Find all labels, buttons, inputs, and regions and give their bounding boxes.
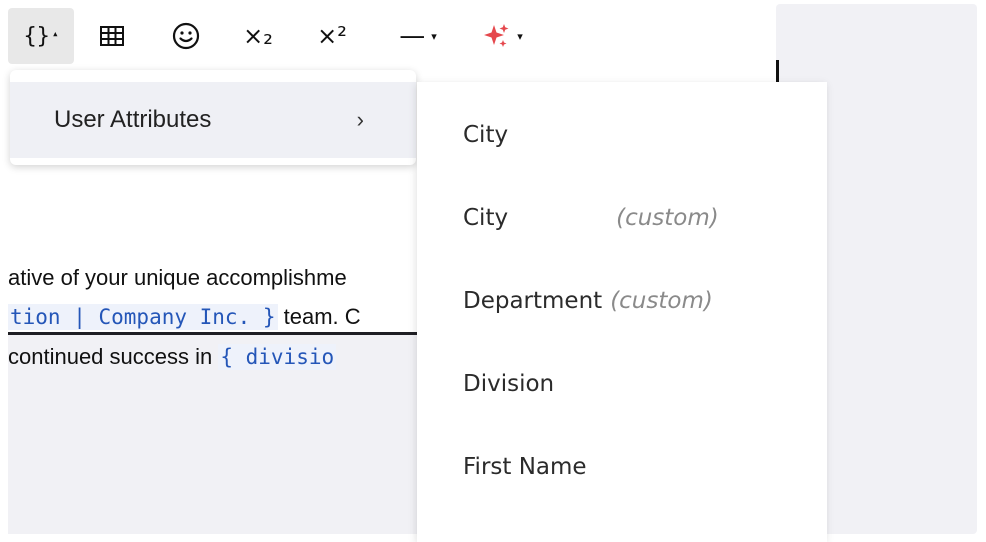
- subscript-icon: ×₂: [243, 22, 273, 50]
- variable-token[interactable]: { divisio: [218, 344, 337, 370]
- variable-token[interactable]: tion | Company Inc. }: [8, 304, 278, 330]
- superscript-button[interactable]: ×²: [312, 8, 352, 64]
- custom-tag: (custom): [610, 288, 713, 314]
- menu-item-label: User Attributes: [54, 106, 212, 133]
- table-icon: [100, 26, 124, 46]
- editor-text: team. C: [277, 304, 361, 329]
- text-fragment: [776, 60, 779, 84]
- editor-toolbar: {} ▴ ×₂ ×² — ▾ ▾: [0, 0, 776, 70]
- editor-text: continued success in: [8, 344, 219, 369]
- submenu-item-label: First Name: [463, 454, 587, 480]
- smiley-icon: [172, 22, 200, 50]
- horizontal-rule-icon: —: [399, 21, 426, 51]
- custom-tag: (custom): [616, 205, 719, 231]
- submenu-item-first-name[interactable]: First Name: [463, 454, 587, 480]
- submenu-item-division[interactable]: Division: [463, 371, 554, 397]
- insert-variable-button[interactable]: {} ▴: [8, 8, 74, 64]
- menu-item-user-attributes[interactable]: User Attributes ›: [10, 82, 416, 158]
- variable-menu: User Attributes ›: [10, 70, 416, 165]
- editor-line: continued success in { divisio: [8, 344, 337, 370]
- horizontal-rule-button[interactable]: — ▾: [388, 8, 448, 64]
- user-attributes-submenu: City City (custom) Department (custom) Div…: [417, 82, 827, 542]
- insert-emoji-button[interactable]: [168, 8, 204, 64]
- submenu-item-city[interactable]: City: [463, 122, 508, 148]
- submenu-item-label: Department: [463, 288, 603, 314]
- insert-table-button[interactable]: [94, 8, 130, 64]
- submenu-item-label: City: [463, 205, 509, 231]
- editor-text: ative of your unique accomplishme: [8, 265, 347, 290]
- chevron-right-icon: ›: [356, 107, 364, 132]
- submenu-item-city-custom[interactable]: City (custom): [463, 205, 719, 231]
- superscript-icon: ×²: [317, 22, 347, 50]
- editor-line: ative of your unique accomplishme: [8, 265, 347, 291]
- editor-line: tion | Company Inc. } team. C: [8, 304, 361, 330]
- submenu-item-label: City: [463, 122, 509, 148]
- caret-up-icon: ▴: [51, 26, 59, 40]
- chevron-down-icon: ▾: [517, 29, 523, 43]
- chevron-down-icon: ▾: [431, 29, 437, 43]
- submenu-item-label: Division: [463, 371, 555, 397]
- subscript-button[interactable]: ×₂: [238, 8, 278, 64]
- ai-assist-button[interactable]: ▾: [472, 8, 532, 64]
- sparkles-icon: [484, 24, 509, 47]
- submenu-item-department-custom[interactable]: Department (custom): [463, 288, 713, 314]
- braces-icon: {}: [23, 23, 50, 49]
